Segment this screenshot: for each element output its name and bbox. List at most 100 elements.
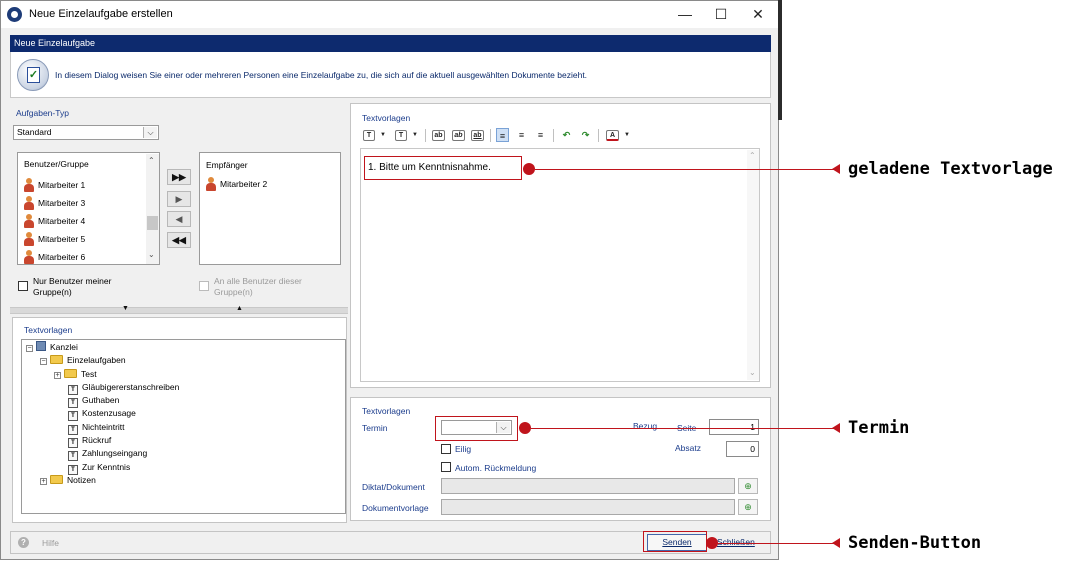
list-item[interactable]: Mitarbeiter 4 (18, 212, 146, 230)
chevron-down-icon[interactable]: ⌵ (143, 127, 157, 138)
font-icon[interactable]: T (363, 128, 375, 143)
benutzer-list[interactable]: Benutzer/Gruppe Mitarbeiter 1 Mitarbeite… (17, 152, 160, 265)
align-left-icon[interactable]: ≡ (496, 128, 509, 142)
termin-line (531, 428, 835, 429)
tree-node-einzelaufgaben[interactable]: − Einzelaufgaben (26, 354, 336, 367)
collapse-icon[interactable]: − (40, 358, 47, 366)
senden-arrow-icon (832, 538, 840, 548)
bezug-label: Bezug (633, 421, 658, 431)
aufgaben-typ-select[interactable]: Standard ⌵ (13, 125, 159, 140)
expand-icon[interactable]: + (54, 371, 61, 379)
tree-node-notizen[interactable]: + Notizen (26, 474, 336, 487)
splitter-up-icon[interactable]: ▲ (236, 305, 243, 312)
dialog-banner: Neue Einzelaufgabe (10, 35, 771, 52)
textvorlage-highlight (364, 156, 522, 180)
termin-arrow-icon (832, 423, 840, 433)
list-item[interactable]: Mitarbeiter 3 (18, 194, 146, 212)
scroll-down-icon[interactable]: ⌄ (749, 368, 756, 377)
tree-leaf[interactable]: T Guthaben (26, 394, 336, 409)
tree-leaf[interactable]: T Kostenzusage (26, 407, 336, 422)
splitter-down-icon[interactable]: ▼ (122, 305, 129, 312)
tree-leaf[interactable]: T Nichteintritt (26, 421, 336, 435)
empfaenger-list[interactable]: Empfänger Mitarbeiter 2 (199, 152, 341, 265)
list-scrollbar[interactable]: ⌃ ⌄ (146, 154, 159, 264)
user-icon (24, 214, 34, 228)
redo-icon[interactable]: ↷ (579, 128, 592, 143)
task-check-icon: ✓ (17, 59, 49, 91)
diktat-add-icon[interactable]: ⊕ (738, 478, 758, 494)
text-color-icon[interactable]: A (606, 128, 619, 143)
tree-view[interactable]: − Kanzlei − Einzelaufgaben + Test T Gläubige… (21, 339, 346, 514)
editor-scrollbar[interactable]: ⌃ ⌄ (747, 150, 759, 380)
tree-leaf[interactable]: T Gläubigererstanschreiben (26, 381, 336, 395)
nur-benutzer-checkbox[interactable] (18, 281, 28, 291)
aufgaben-typ-label: Aufgaben-Typ (16, 108, 69, 118)
tree-leaf[interactable]: T Zur Kenntnis (26, 461, 336, 475)
seite-field[interactable]: 1 (709, 419, 759, 435)
minimize-button[interactable]: — (665, 1, 705, 28)
list-item[interactable]: Mitarbeiter 2 (200, 175, 340, 193)
tree-node-test[interactable]: + Test (26, 368, 336, 381)
font-size-dropdown-icon[interactable]: ▼ (411, 128, 419, 143)
remove-all-button[interactable]: ◀◀ (167, 232, 191, 248)
tree-panel: Textvorlagen − Kanzlei − Einzelaufgaben + T… (12, 317, 347, 523)
editor-textarea[interactable]: ⌃ ⌄ (360, 148, 760, 382)
scroll-up-icon[interactable]: ⌃ (148, 156, 155, 165)
form-section-label: Textvorlagen (362, 406, 411, 416)
diktat-field[interactable] (441, 478, 735, 494)
italic-icon[interactable]: ab (452, 128, 465, 143)
toolbar-separator (598, 129, 599, 142)
tree-leaf[interactable]: T Zahlungseingang (26, 447, 336, 462)
undo-icon[interactable]: ↶ (560, 128, 573, 143)
cabinet-icon (36, 341, 46, 351)
tree-node-kanzlei[interactable]: − Kanzlei (26, 341, 336, 354)
textvorlage-arrow-icon (832, 164, 840, 174)
font-size-icon[interactable]: T (395, 128, 407, 143)
autom-rueckmeldung-checkbox[interactable] (441, 462, 451, 472)
align-center-icon[interactable]: ≡ (515, 128, 528, 143)
close-button[interactable]: ✕ (738, 1, 778, 28)
an-alle-label: An alle Benutzer dieser Gruppe(n) (214, 276, 302, 297)
folder-icon (50, 355, 63, 365)
text-color-dropdown-icon[interactable]: ▼ (623, 128, 631, 143)
list-item[interactable]: Mitarbeiter 5 (18, 230, 146, 248)
help-icon[interactable]: ? (18, 537, 29, 548)
schliessen-button[interactable]: Schließen (717, 537, 755, 547)
user-icon (24, 250, 34, 264)
dokumentvorlage-field[interactable] (441, 499, 735, 515)
scroll-up-icon[interactable]: ⌃ (749, 151, 756, 160)
remove-button[interactable]: ◀ (167, 211, 191, 227)
toolbar-separator (425, 129, 426, 142)
scroll-down-icon[interactable]: ⌄ (148, 250, 155, 259)
folder-icon (50, 474, 63, 484)
app-logo-icon (7, 7, 22, 22)
absatz-label: Absatz (675, 443, 701, 453)
toolbar-separator (490, 129, 491, 142)
align-right-icon[interactable]: ≡ (534, 128, 547, 143)
termin-highlight (435, 416, 518, 441)
collapse-icon[interactable]: − (26, 345, 33, 352)
dokumentvorlage-label: Dokumentvorlage (362, 503, 429, 513)
font-dropdown-icon[interactable]: ▼ (379, 128, 387, 143)
dokumentvorlage-add-icon[interactable]: ⊕ (738, 499, 758, 515)
tree-leaf[interactable]: T Rückruf (26, 434, 336, 449)
aufgaben-typ-value: Standard (17, 127, 52, 137)
add-all-button[interactable]: ▶▶ (167, 169, 191, 185)
list-item[interactable]: Mitarbeiter 6 (18, 248, 146, 266)
callout-termin: Termin (848, 418, 910, 438)
user-icon (206, 177, 216, 191)
scroll-thumb[interactable] (147, 216, 158, 230)
maximize-button[interactable]: ☐ (701, 1, 741, 28)
bold-icon[interactable]: ab (432, 128, 445, 143)
expand-icon[interactable]: + (40, 477, 47, 485)
absatz-field[interactable]: 0 (726, 441, 759, 457)
list-item[interactable]: Mitarbeiter 1 (18, 176, 146, 194)
eilig-checkbox[interactable] (441, 444, 451, 454)
hilfe-link[interactable]: Hilfe (42, 538, 59, 548)
textvorlage-line (535, 169, 835, 170)
splitter[interactable]: ▼ ▲ (10, 305, 348, 314)
underline-icon[interactable]: ab (471, 128, 484, 143)
senden-highlight (643, 531, 707, 552)
an-alle-checkbox[interactable] (199, 281, 209, 291)
add-button[interactable]: ▶ (167, 191, 191, 207)
